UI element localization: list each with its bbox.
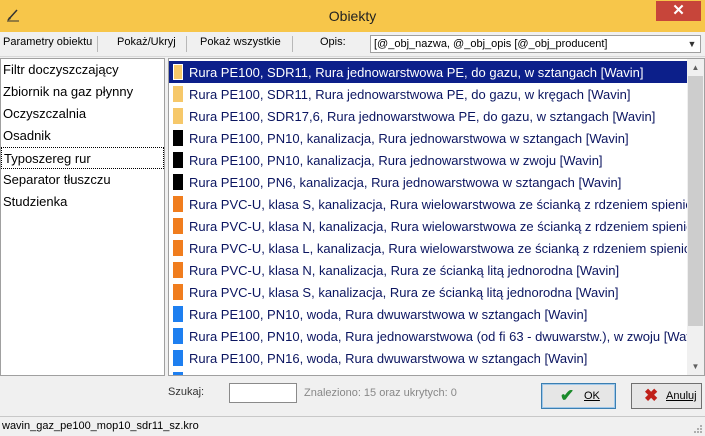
scrollbar-thumb[interactable] — [688, 76, 703, 326]
object-row-label: Rura PVC-U, klasa N, kanalizacja, Rura z… — [189, 263, 620, 278]
color-swatch — [173, 196, 183, 212]
show-hide-button[interactable]: Pokaż/Ukryj — [117, 36, 176, 48]
object-row[interactable]: Rura PE100, PN10, woda, Rura jednowarstw… — [169, 325, 704, 347]
object-row[interactable]: Rura PE100, SDR17,6, Rura jednowarstwowa… — [169, 105, 688, 127]
object-row-label: Rura PVC-U, klasa S, kanalizacja, Rura w… — [189, 197, 705, 212]
object-row-label: Rura PE100, SDR11, Rura jednowarstwowa P… — [189, 65, 644, 80]
category-item[interactable]: Separator tłuszczu — [1, 169, 164, 191]
description-format-value: [@_obj_nazwa, @_obj_opis [@_obj_producen… — [374, 38, 608, 50]
object-row-label: Rura PE100, PN10, woda, Rura dwuwarstwow… — [189, 307, 588, 322]
show-all-button[interactable]: Pokaż wszystkie — [200, 36, 281, 48]
toolbar-separator — [97, 36, 98, 52]
object-row[interactable]: Rura PVC-U, klasa L, kanalizacja, Rura w… — [169, 237, 704, 259]
object-row-label: Rura PE100, PN16, woda, Rura dwuwarstwow… — [189, 351, 588, 366]
object-row-label: Rura PE100, SDR11, Rura jednowarstwowa P… — [189, 87, 631, 102]
object-row[interactable]: Rura PE100, PN10, kanalizacja, Rura jedn… — [169, 149, 688, 171]
object-list: Rura PE100, SDR11, Rura jednowarstwowa P… — [168, 58, 705, 376]
scroll-down-icon[interactable]: ▼ — [687, 358, 704, 375]
object-row-label: Rura PE100, PN10, woda, Rura jednowarstw… — [189, 329, 705, 344]
status-filename: wavin_gaz_pe100_mop10_sdr11_sz.kro — [2, 420, 199, 432]
checkmark-icon: ✔ — [560, 386, 575, 405]
search-label: Szukaj: — [168, 386, 205, 398]
color-swatch — [173, 86, 183, 102]
color-swatch — [173, 174, 183, 190]
search-input[interactable] — [229, 383, 297, 403]
toolbar-separator — [186, 36, 187, 52]
status-bar: wavin_gaz_pe100_mop10_sdr11_sz.kro — [0, 416, 705, 436]
category-item[interactable]: Oczyszczalnia — [1, 103, 164, 125]
color-swatch — [173, 240, 183, 256]
vertical-scrollbar[interactable]: ▲ ▼ — [687, 59, 704, 375]
object-row-label: Rura PE100, SDR17,6, Rura jednowarstwowa… — [189, 109, 656, 124]
window-title: Obiekty — [328, 8, 377, 24]
close-button[interactable]: ✕ — [656, 1, 701, 21]
color-swatch — [173, 350, 183, 366]
object-row[interactable]: Rura PVC-U, klasa N, kanalizacja, Rura w… — [169, 215, 704, 237]
color-swatch — [173, 328, 183, 344]
color-swatch — [173, 130, 183, 146]
category-item[interactable]: Osadnik — [1, 125, 164, 147]
category-item[interactable]: Typoszereg rur — [1, 147, 164, 169]
color-swatch — [173, 372, 183, 375]
chevron-down-icon[interactable]: ▼ — [684, 36, 700, 52]
object-row-label: Rura PVC-U, klasa N, kanalizacja, Rura w… — [189, 219, 705, 234]
opis-label: Opis: — [320, 36, 346, 48]
ok-button-label: OK — [584, 390, 600, 402]
category-item[interactable]: Studzienka — [1, 191, 164, 213]
resize-grip-icon[interactable] — [693, 424, 703, 434]
object-row[interactable]: Rura PE100, PN16, woda, Rura dwuwarstwow… — [169, 347, 688, 369]
color-swatch — [173, 64, 183, 80]
category-item[interactable]: Zbiornik na gaz płynny — [1, 81, 164, 103]
color-swatch — [173, 262, 183, 278]
color-swatch — [173, 218, 183, 234]
toolbar-separator — [292, 36, 293, 52]
object-row-label: Rura PVC-U, klasa S, kanalizacja, Rura z… — [189, 285, 619, 300]
object-row-label: Rura PVC-U, klasa L, kanalizacja, Rura w… — [189, 241, 705, 256]
description-format-select[interactable]: [@_obj_nazwa, @_obj_opis [@_obj_producen… — [370, 35, 701, 53]
object-row-label: Rura PE100, PN16, woda, Rura jednowarstw… — [189, 373, 704, 375]
category-item[interactable]: Filtr doczyszczający — [1, 59, 164, 81]
color-swatch — [173, 306, 183, 322]
found-count-text: Znaleziono: 15 oraz ukrytych: 0 — [304, 387, 457, 399]
object-row[interactable]: Rura PVC-U, klasa S, kanalizacja, Rura w… — [169, 193, 704, 215]
scroll-up-icon[interactable]: ▲ — [687, 59, 704, 76]
object-row[interactable]: Rura PE100, PN10, woda, Rura dwuwarstwow… — [169, 303, 688, 325]
object-params-button[interactable]: Parametry obiektu — [3, 36, 92, 48]
close-x-icon: ✖ — [644, 386, 659, 405]
color-swatch — [173, 284, 183, 300]
object-row[interactable]: Rura PVC-U, klasa N, kanalizacja, Rura z… — [169, 259, 688, 281]
object-row[interactable]: Rura PE100, SDR11, Rura jednowarstwowa P… — [169, 61, 688, 83]
cancel-button-label: Anuluj — [666, 390, 697, 402]
category-list: Filtr doczyszczający Zbiornik na gaz płyn… — [0, 58, 165, 376]
object-row[interactable]: Rura PVC-U, klasa S, kanalizacja, Rura z… — [169, 281, 688, 303]
object-row[interactable]: Rura PE100, SDR11, Rura jednowarstwowa P… — [169, 83, 688, 105]
color-swatch — [173, 108, 183, 124]
object-row-label: Rura PE100, PN10, kanalizacja, Rura jedn… — [189, 153, 603, 168]
object-row[interactable]: Rura PE100, PN10, kanalizacja, Rura jedn… — [169, 127, 688, 149]
object-row[interactable]: Rura PE100, PN16, woda, Rura jednowarstw… — [169, 369, 704, 375]
object-row-label: Rura PE100, PN10, kanalizacja, Rura jedn… — [189, 131, 629, 146]
object-row-label: Rura PE100, PN6, kanalizacja, Rura jedno… — [189, 175, 622, 190]
cancel-button[interactable]: ✖ Anuluj — [631, 383, 702, 409]
ok-button[interactable]: ✔ OK — [541, 383, 616, 409]
title-bar: Obiekty ✕ — [0, 0, 705, 32]
object-row[interactable]: Rura PE100, PN6, kanalizacja, Rura jedno… — [169, 171, 688, 193]
color-swatch — [173, 152, 183, 168]
